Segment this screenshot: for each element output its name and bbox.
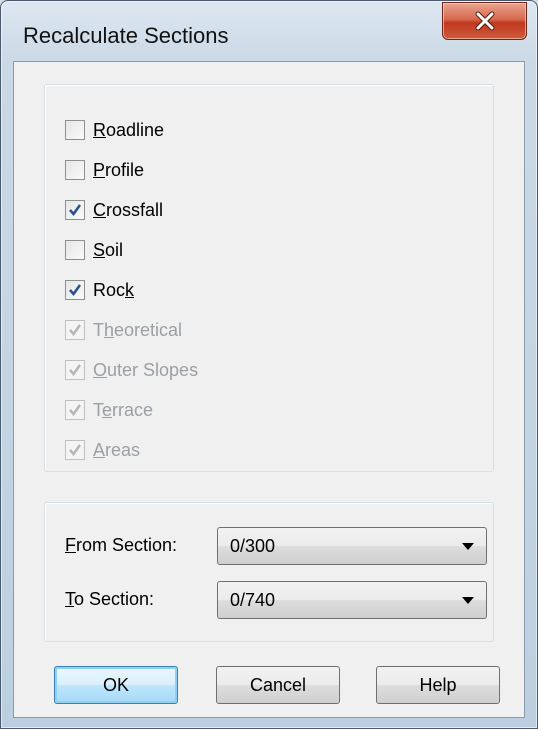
to-section-label: To Section: <box>65 589 155 609</box>
checkmark-icon <box>69 444 82 457</box>
checkbox-terrace[interactable]: Terrace <box>65 395 153 425</box>
help-button[interactable]: Help <box>376 666 500 704</box>
checkbox-profile[interactable]: Profile <box>65 155 144 185</box>
checkbox-box[interactable] <box>65 120 85 140</box>
checkbox-label: Soil <box>93 239 124 260</box>
section-range-group: From Section: 0/300 To Section: 0/740 <box>44 502 494 642</box>
checkmark-icon <box>69 204 82 217</box>
checkbox-box[interactable] <box>65 440 85 460</box>
checkmark-icon <box>69 404 82 417</box>
cancel-button[interactable]: Cancel <box>216 666 340 704</box>
checkbox-theoretical[interactable]: Theoretical <box>65 315 182 345</box>
close-icon <box>475 11 495 31</box>
checkbox-label: Theoretical <box>93 319 183 340</box>
checkbox-rock[interactable]: Rock <box>65 275 134 305</box>
from-section-label: From Section: <box>65 535 178 555</box>
checkbox-label: Terrace <box>93 399 154 420</box>
to-section-dropdown[interactable]: 0/740 <box>217 581 487 619</box>
checkbox-label: Roadline <box>93 119 165 140</box>
window-title: Recalculate Sections <box>23 23 229 48</box>
checkbox-outer-slopes[interactable]: Outer Slopes <box>65 355 198 385</box>
close-button[interactable] <box>442 2 527 40</box>
checkbox-box[interactable] <box>65 360 85 380</box>
checkbox-box[interactable] <box>65 160 85 180</box>
dropdown-arrow-icon <box>462 597 474 604</box>
checkbox-label: Outer Slopes <box>93 359 199 380</box>
from-section-dropdown[interactable]: 0/300 <box>217 527 487 565</box>
checkbox-label: Rock <box>93 279 135 300</box>
checkbox-label: Areas <box>93 439 141 460</box>
to-section-value: 0/740 <box>230 590 276 610</box>
options-group: Roadline Profile Crossfall Soil Rock The… <box>44 84 494 472</box>
checkbox-box[interactable] <box>65 200 85 220</box>
recalculate-sections-dialog: Recalculate Sections Roadline Profile Cr… <box>0 0 538 729</box>
dialog-client-area: Roadline Profile Crossfall Soil Rock The… <box>13 61 525 718</box>
checkmark-icon <box>69 364 82 377</box>
checkbox-soil[interactable]: Soil <box>65 235 123 265</box>
checkbox-box[interactable] <box>65 320 85 340</box>
checkmark-icon <box>69 284 82 297</box>
checkbox-areas[interactable]: Areas <box>65 435 140 465</box>
checkbox-box[interactable] <box>65 400 85 420</box>
dropdown-arrow-icon <box>462 543 474 550</box>
ok-button[interactable]: OK <box>54 666 178 704</box>
checkbox-roadline[interactable]: Roadline <box>65 115 164 145</box>
from-section-value: 0/300 <box>230 536 276 556</box>
checkbox-box[interactable] <box>65 240 85 260</box>
checkbox-label: Crossfall <box>93 199 164 220</box>
checkbox-box[interactable] <box>65 280 85 300</box>
checkmark-icon <box>69 324 82 337</box>
checkbox-label: Profile <box>93 159 145 180</box>
checkbox-crossfall[interactable]: Crossfall <box>65 195 163 225</box>
